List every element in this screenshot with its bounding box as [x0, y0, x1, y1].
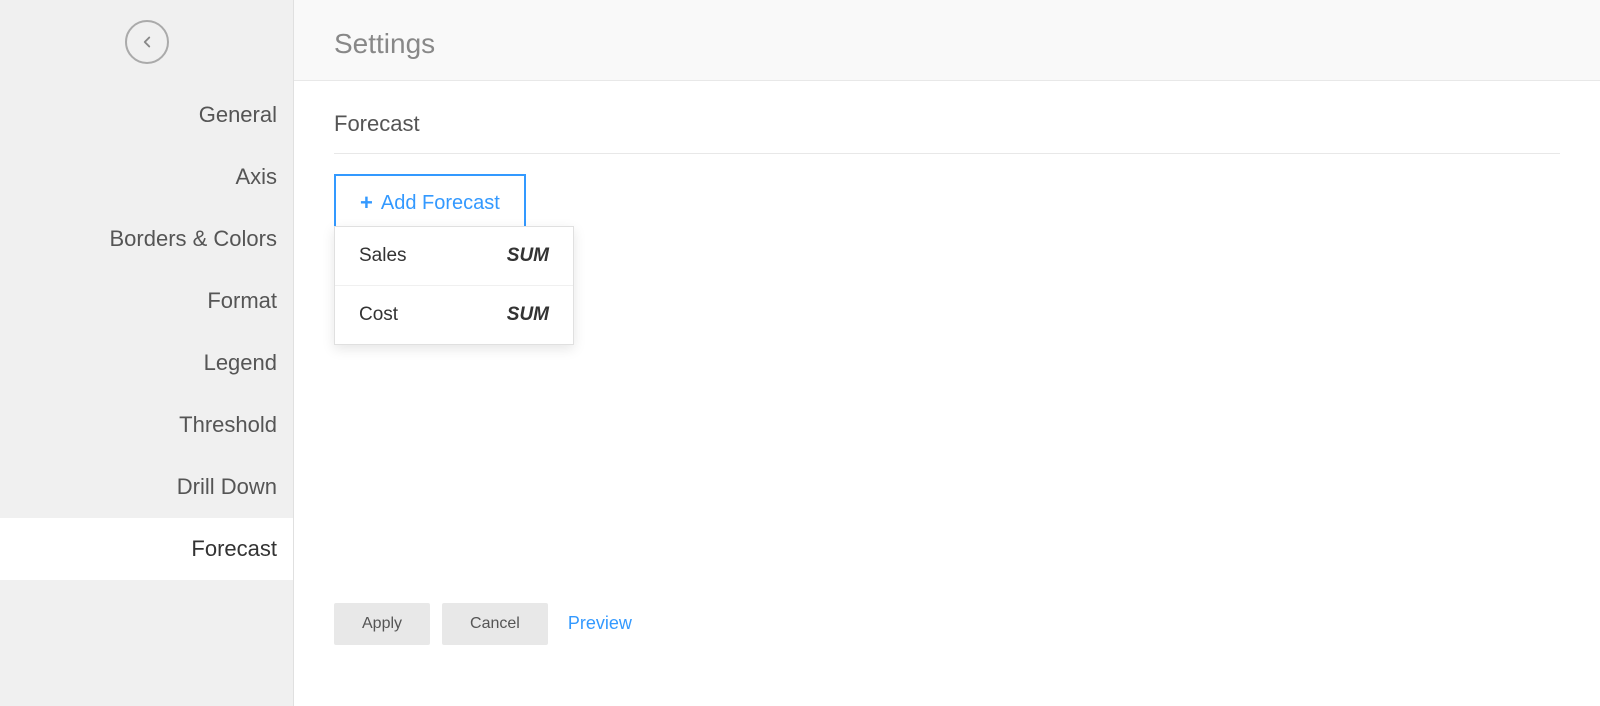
- dropdown-item-aggregation: SUM: [507, 304, 549, 326]
- dropdown-item-cost[interactable]: Cost SUM: [335, 286, 573, 344]
- dropdown-item-name: Sales: [359, 245, 407, 267]
- apply-button[interactable]: Apply: [334, 603, 430, 645]
- sidebar-item-label: Forecast: [191, 536, 277, 561]
- dropdown-item-aggregation: SUM: [507, 245, 549, 267]
- forecast-dropdown-menu: Sales SUM Cost SUM: [334, 226, 574, 345]
- section-title: Forecast: [334, 111, 1560, 154]
- sidebar-item-label: General: [199, 102, 277, 127]
- main-body: Forecast + Add Forecast Sales SUM Cost S…: [294, 81, 1600, 706]
- sidebar-item-label: Format: [207, 288, 277, 313]
- chevron-left-icon: [138, 33, 156, 51]
- sidebar-item-label: Axis: [235, 164, 277, 189]
- back-button-container: [0, 20, 293, 64]
- dropdown-item-sales[interactable]: Sales SUM: [335, 227, 573, 286]
- sidebar-item-legend[interactable]: Legend: [0, 332, 293, 394]
- sidebar-nav: General Axis Borders & Colors Format Leg…: [0, 84, 293, 580]
- cancel-button[interactable]: Cancel: [442, 603, 548, 645]
- add-forecast-button[interactable]: + Add Forecast: [334, 174, 526, 232]
- sidebar-item-drill-down[interactable]: Drill Down: [0, 456, 293, 518]
- sidebar-item-label: Legend: [204, 350, 277, 375]
- app-container: General Axis Borders & Colors Format Leg…: [0, 0, 1600, 706]
- sidebar: General Axis Borders & Colors Format Leg…: [0, 0, 293, 706]
- sidebar-item-borders-colors[interactable]: Borders & Colors: [0, 208, 293, 270]
- page-title: Settings: [334, 28, 1560, 60]
- sidebar-item-axis[interactable]: Axis: [0, 146, 293, 208]
- sidebar-item-label: Borders & Colors: [109, 226, 277, 251]
- preview-button[interactable]: Preview: [560, 601, 640, 646]
- add-forecast-label: Add Forecast: [381, 192, 500, 215]
- sidebar-item-forecast[interactable]: Forecast: [0, 518, 293, 580]
- main-content: Settings Forecast + Add Forecast Sales S…: [293, 0, 1600, 706]
- footer-actions: Apply Cancel Preview: [334, 601, 640, 646]
- sidebar-item-label: Drill Down: [177, 474, 277, 499]
- sidebar-item-general[interactable]: General: [0, 84, 293, 146]
- dropdown-item-name: Cost: [359, 304, 398, 326]
- back-button[interactable]: [125, 20, 169, 64]
- sidebar-item-label: Threshold: [179, 412, 277, 437]
- sidebar-item-threshold[interactable]: Threshold: [0, 394, 293, 456]
- sidebar-item-format[interactable]: Format: [0, 270, 293, 332]
- main-header: Settings: [294, 0, 1600, 81]
- plus-icon: +: [360, 190, 373, 216]
